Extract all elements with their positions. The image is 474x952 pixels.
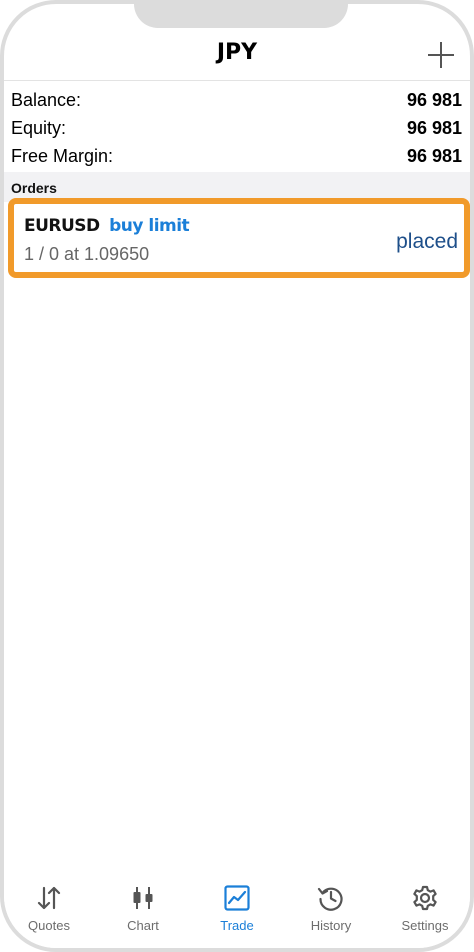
order-detail: 1 / 0 at 1.09650 — [24, 244, 150, 264]
tab-quotes[interactable]: Quotes — [4, 882, 94, 942]
device-notch — [134, 4, 348, 28]
tab-history-label: History — [310, 918, 352, 933]
free-margin-value: 96 981 — [406, 146, 462, 166]
balance-row: Balance: 96 981 — [4, 86, 470, 114]
tab-chart[interactable]: Chart — [98, 882, 188, 942]
order-type: buy limit — [109, 216, 190, 236]
phone-frame: JPY Balance: 96 981 Equity: 96 981 Free … — [0, 0, 474, 952]
page-title: JPY — [216, 40, 258, 65]
header-bar: JPY — [4, 34, 470, 80]
tab-quotes-label: Quotes — [28, 918, 70, 933]
add-order-button[interactable] — [426, 40, 456, 70]
chart-icon — [133, 887, 153, 909]
balance-label: Balance: — [11, 90, 82, 110]
order-symbol-line: EURUSD buy limit — [24, 216, 190, 236]
trade-icon — [224, 885, 250, 911]
equity-value: 96 981 — [406, 118, 462, 138]
tab-settings-label: Settings — [401, 918, 449, 933]
order-row[interactable]: EURUSD buy limit 1 / 0 at 1.09650 placed — [8, 198, 470, 278]
order-status: placed — [396, 230, 458, 253]
order-symbol: EURUSD — [24, 216, 100, 236]
quotes-icon — [37, 886, 61, 910]
header-divider — [4, 80, 470, 81]
tab-trade[interactable]: Trade — [192, 882, 282, 942]
history-icon — [317, 887, 343, 911]
settings-icon — [413, 885, 437, 911]
orders-section-label: Orders — [11, 180, 57, 196]
account-summary: Balance: 96 981 Equity: 96 981 Free Marg… — [4, 86, 470, 170]
free-margin-row: Free Margin: 96 981 — [4, 142, 470, 170]
tab-chart-label: Chart — [127, 918, 159, 933]
balance-value: 96 981 — [406, 90, 462, 110]
equity-row: Equity: 96 981 — [4, 114, 470, 142]
bottom-tab-bar: Quotes Chart Trade History Settings — [4, 872, 470, 948]
equity-label: Equity: — [11, 118, 67, 138]
tab-history[interactable]: History — [286, 882, 376, 942]
tab-settings[interactable]: Settings — [380, 882, 470, 942]
free-margin-label: Free Margin: — [11, 146, 114, 166]
tab-trade-label: Trade — [220, 918, 254, 933]
